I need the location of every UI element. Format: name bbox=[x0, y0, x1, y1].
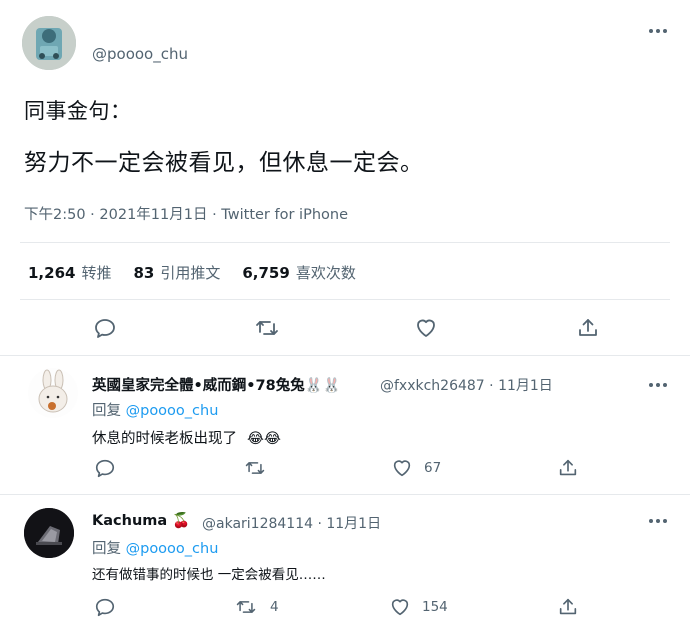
replying-to-handle[interactable]: @poooo_chu bbox=[126, 541, 219, 557]
divider bbox=[20, 242, 670, 243]
like-icon[interactable] bbox=[413, 315, 439, 341]
reply-icon[interactable] bbox=[92, 594, 118, 620]
reply-text-body: 休息的时候老板出现了 bbox=[92, 431, 237, 447]
reply-text: 休息的时候老板出现了 😂😂 bbox=[92, 427, 281, 448]
reply-avatar[interactable] bbox=[28, 368, 78, 418]
share-icon[interactable] bbox=[575, 315, 601, 341]
reply-like-count: 67 bbox=[424, 460, 442, 476]
replying-to-handle[interactable]: @poooo_chu bbox=[126, 403, 219, 419]
tweet-text-line-2: 努力不一定会被看见，但休息一定会。 bbox=[24, 150, 424, 176]
replying-to-prefix: 回复 bbox=[92, 541, 121, 557]
tweet-text-line-1: 同事金句： bbox=[24, 99, 132, 123]
reply-retweet-count: 4 bbox=[270, 599, 279, 615]
quote-label: 引用推文 bbox=[160, 264, 221, 282]
divider bbox=[0, 355, 690, 356]
reply-avatar[interactable] bbox=[24, 508, 74, 558]
more-options-icon[interactable] bbox=[648, 514, 668, 528]
divider bbox=[0, 494, 690, 495]
share-icon[interactable] bbox=[555, 455, 581, 481]
reply-author-name[interactable]: 英國皇家完全體•威而鋼•78兔兔🐰🐰 bbox=[92, 374, 341, 395]
cherry-emoji: 🍒 bbox=[172, 513, 191, 529]
laughing-emoji: 😂😂 bbox=[247, 431, 281, 447]
tweet-stats: 1,264 转推 83 引用推文 6,759 喜欢次数 bbox=[28, 262, 378, 283]
reply-author-name-text: 英國皇家完全體•威而鋼•78兔兔 bbox=[92, 378, 305, 394]
retweet-icon[interactable] bbox=[242, 455, 268, 481]
like-icon[interactable] bbox=[389, 455, 415, 481]
reply-author-name[interactable]: Kachuma 🍒 bbox=[92, 512, 190, 529]
like-icon[interactable] bbox=[387, 594, 413, 620]
share-icon[interactable] bbox=[555, 594, 581, 620]
retweet-count: 1,264 bbox=[28, 264, 76, 282]
reply-icon[interactable] bbox=[92, 455, 118, 481]
reply-text: 还有做错事的时候也 一定会被看见…… bbox=[92, 567, 326, 583]
reply-handle-date[interactable]: @akari1284114 · 11月1日 bbox=[202, 513, 381, 533]
quote-stat[interactable]: 83 引用推文 bbox=[133, 262, 220, 283]
quote-count: 83 bbox=[133, 264, 155, 282]
like-count: 6,759 bbox=[242, 264, 290, 282]
like-label: 喜欢次数 bbox=[295, 264, 356, 282]
replying-to: 回复 @poooo_chu bbox=[92, 537, 218, 558]
like-stat[interactable]: 6,759 喜欢次数 bbox=[242, 262, 355, 283]
tweet-timestamp[interactable]: 下午2:50 · 2021年11月1日 · Twitter for iPhone bbox=[24, 203, 348, 224]
reply-author-name-text: Kachuma bbox=[92, 513, 168, 529]
author-handle[interactable]: @poooo_chu bbox=[92, 45, 188, 63]
author-avatar[interactable] bbox=[22, 16, 76, 70]
rabbit-emoji: 🐰🐰 bbox=[304, 378, 341, 394]
reply-handle-date[interactable]: @fxxkch26487 · 11月1日 bbox=[380, 375, 553, 395]
reply-like-count: 154 bbox=[422, 599, 448, 615]
retweet-icon[interactable] bbox=[254, 315, 280, 341]
reply-icon[interactable] bbox=[92, 315, 118, 341]
retweet-icon[interactable] bbox=[233, 594, 259, 620]
divider bbox=[20, 299, 670, 300]
more-options-icon[interactable] bbox=[648, 378, 668, 392]
more-options-icon[interactable] bbox=[648, 24, 668, 38]
replying-to-prefix: 回复 bbox=[92, 403, 121, 419]
retweet-label: 转推 bbox=[81, 264, 112, 282]
replying-to: 回复 @poooo_chu bbox=[92, 399, 218, 420]
retweet-stat[interactable]: 1,264 转推 bbox=[28, 262, 111, 283]
